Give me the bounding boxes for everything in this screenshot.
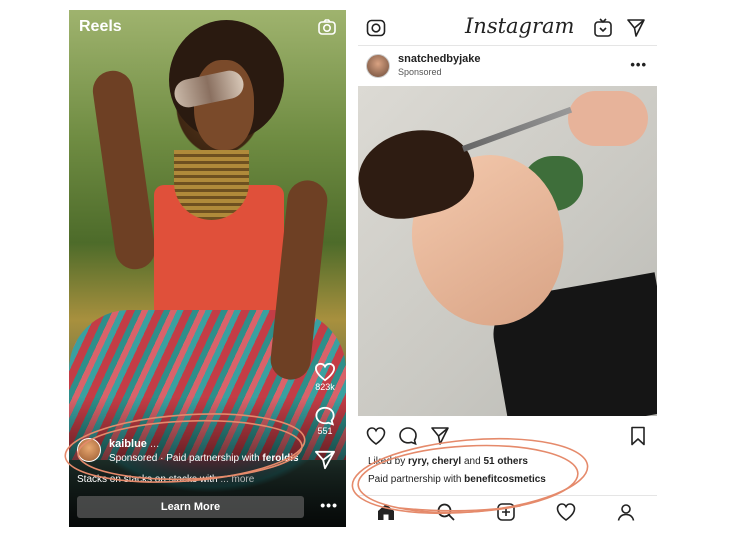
camera-icon[interactable] (318, 19, 336, 35)
home-icon[interactable] (376, 502, 396, 522)
likes-count: 823k (315, 382, 335, 392)
post-image[interactable] (358, 86, 657, 416)
reel-actions: 823k 551 (312, 362, 338, 470)
avatar[interactable] (366, 54, 390, 78)
more-options-icon[interactable]: ••• (320, 497, 338, 513)
reel-username[interactable]: kaiblue ... (109, 438, 159, 450)
profile-icon[interactable] (616, 502, 636, 522)
camera-icon[interactable] (366, 18, 386, 38)
reels-title: Reels (79, 18, 122, 35)
reel-caption[interactable]: Stacks on stacks on stacks with ... more (77, 474, 254, 485)
reels-screen: Reels 823k 551 kaiblue ... Sponsored · P… (69, 10, 346, 527)
feed-post-screen: Instagram snatchedbyjake Sponsored ••• L… (358, 10, 657, 527)
activity-icon[interactable] (556, 502, 576, 522)
likes-summary[interactable]: Liked by ryry, cheryl and 51 others (368, 456, 528, 467)
partner-link[interactable]: benefitcosmetics (464, 474, 546, 485)
send-icon[interactable] (430, 426, 450, 446)
post-username[interactable]: snatchedbyjake (398, 53, 481, 65)
bookmark-icon[interactable] (628, 426, 648, 446)
send-icon[interactable] (314, 450, 336, 470)
sponsored-label: Sponsored (398, 67, 442, 77)
search-icon[interactable] (436, 502, 456, 522)
new-post-icon[interactable] (496, 502, 516, 522)
igtv-icon[interactable] (593, 18, 613, 38)
paid-partnership-label: Paid partnership with benefitcosmetics (368, 474, 546, 485)
instagram-logo: Instagram (465, 14, 575, 38)
learn-more-button[interactable]: Learn More (77, 496, 304, 518)
divider (358, 495, 657, 496)
heart-icon[interactable] (314, 362, 336, 382)
comment-icon[interactable] (398, 426, 418, 446)
more-options-icon[interactable]: ••• (630, 57, 647, 72)
heart-icon[interactable] (366, 426, 386, 446)
divider (358, 45, 657, 46)
comments-count: 551 (317, 426, 333, 436)
direct-message-icon[interactable] (626, 18, 646, 38)
partner-link[interactable]: feroldis (262, 453, 298, 464)
comment-icon[interactable] (314, 406, 336, 426)
sponsored-label: Sponsored · Paid partnership with ferold… (109, 453, 299, 464)
avatar[interactable] (77, 438, 101, 462)
